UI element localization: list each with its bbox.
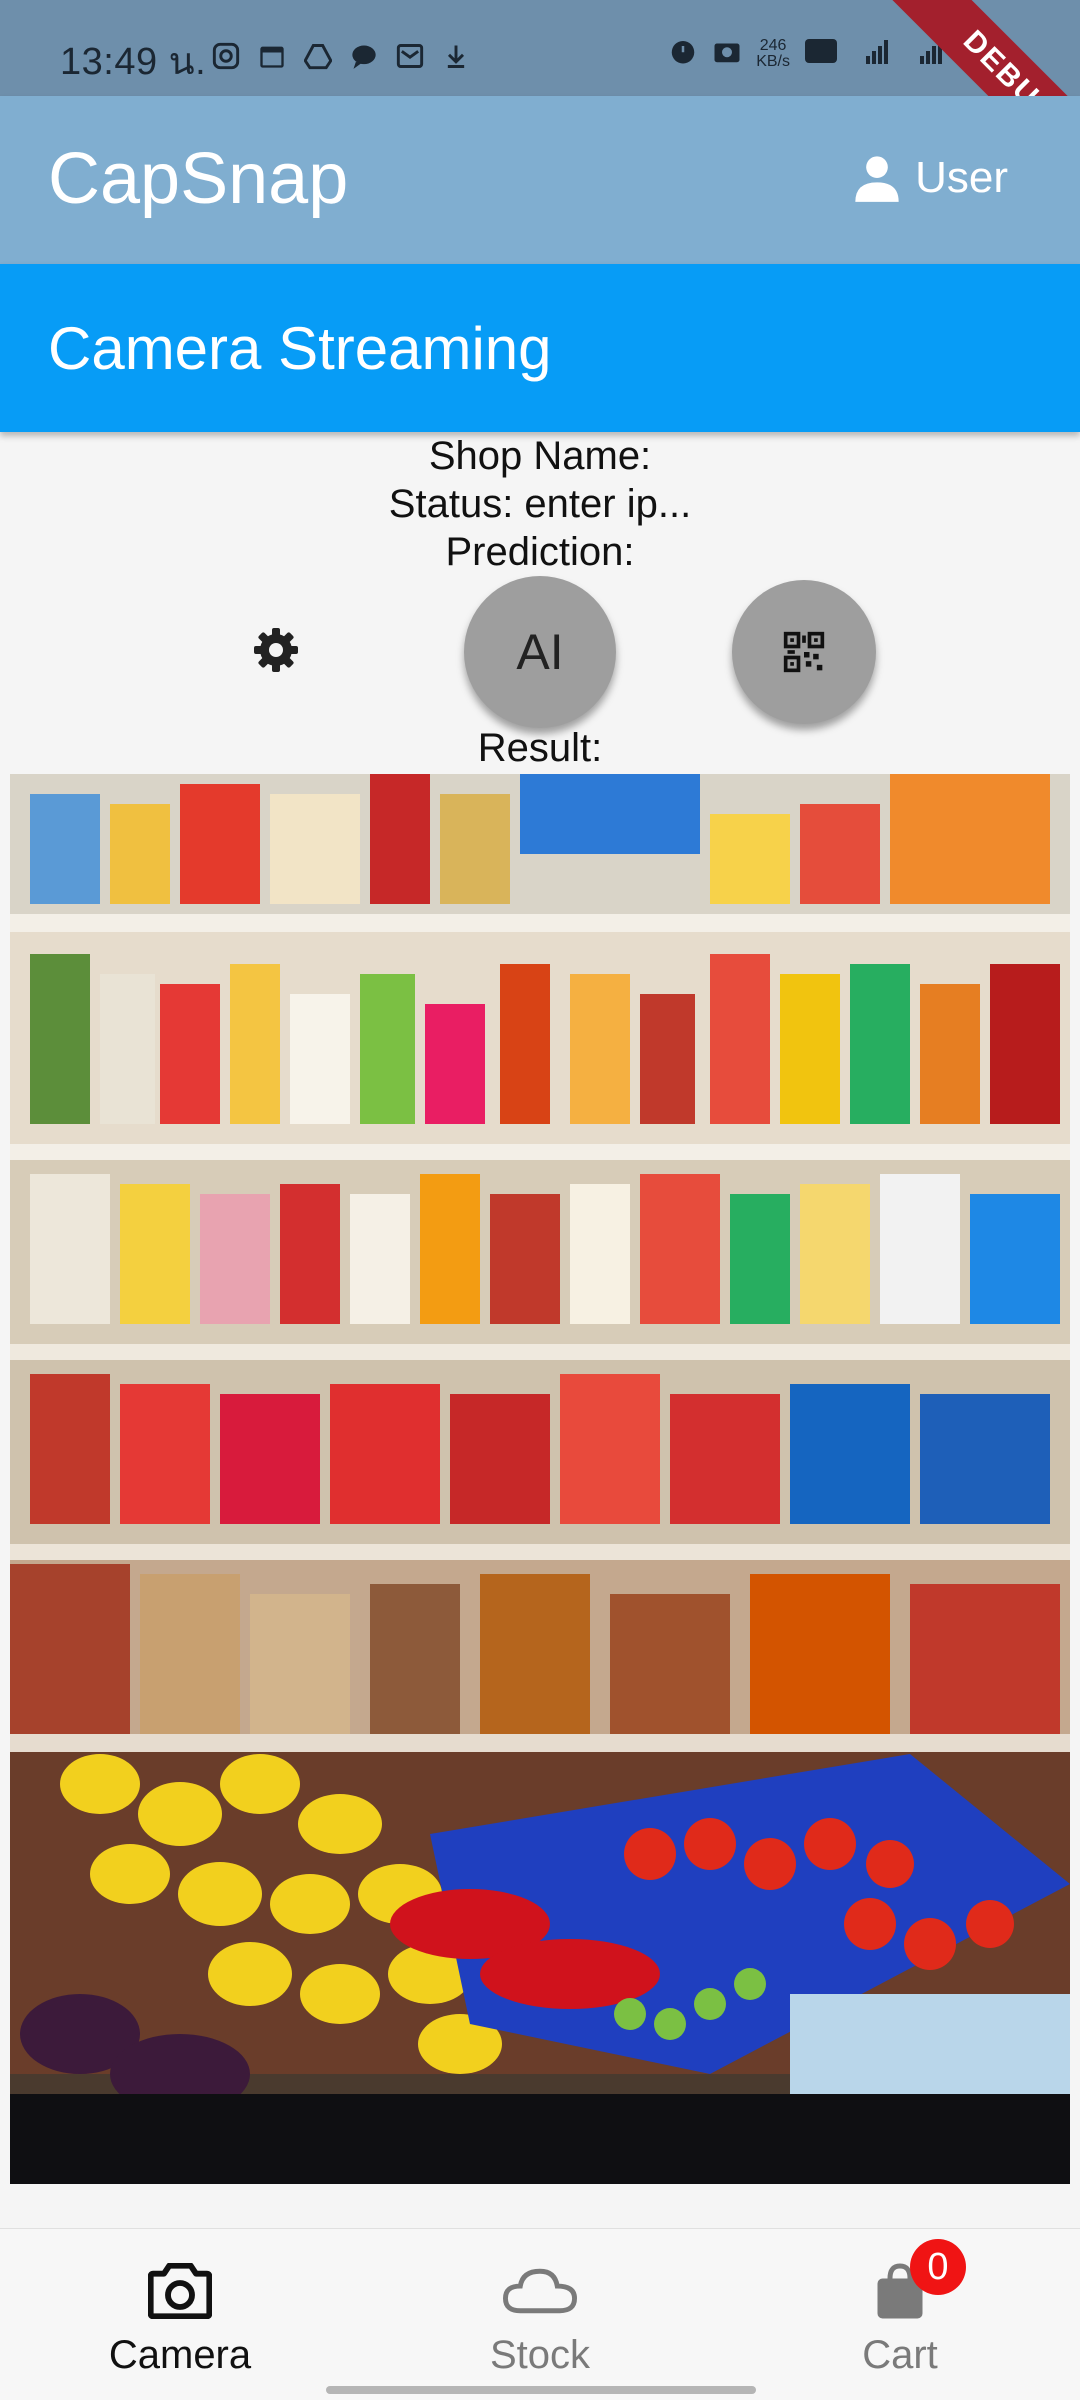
- network-speed: 246 KB/s: [756, 38, 790, 70]
- nav-camera[interactable]: Camera: [70, 2259, 290, 2378]
- chat-icon: [348, 40, 380, 72]
- prediction-text: Prediction:: [445, 530, 635, 574]
- network-speed-value: 246: [759, 37, 787, 54]
- app-title: CapSnap: [48, 139, 349, 219]
- drive-icon: [302, 40, 334, 72]
- status-time: 13:49 น.: [60, 41, 207, 83]
- mail-icon: [394, 40, 426, 72]
- user-label: User: [915, 153, 1008, 202]
- nav-stock-label: Stock: [489, 2333, 591, 2377]
- person-icon: [851, 152, 903, 204]
- hd-icon: [804, 38, 838, 70]
- nav-cart[interactable]: 0 Cart: [790, 2239, 1010, 2378]
- notification-icons: [210, 40, 472, 72]
- camera-icon: [148, 2263, 212, 2319]
- ai-label: AI: [516, 624, 564, 680]
- calendar-icon: [256, 40, 288, 72]
- cloud-icon: [503, 2268, 577, 2314]
- instagram-icon: [210, 40, 242, 72]
- shop-name-text: Shop Name:: [428, 434, 652, 478]
- nav-stock[interactable]: Stock: [430, 2259, 650, 2378]
- alarm-icon: [668, 36, 698, 72]
- stream-info: Shop Name: Status: enter ip... Predictio…: [0, 432, 1080, 576]
- section-title: Camera Streaming: [48, 315, 552, 382]
- settings-button[interactable]: [248, 622, 304, 678]
- controls-row: AI: [0, 576, 1080, 728]
- app-bar: CapSnap User: [0, 96, 1080, 264]
- home-indicator[interactable]: [326, 2386, 756, 2394]
- qr-code-icon: [783, 631, 825, 673]
- gear-icon: [254, 628, 298, 672]
- download-icon: [440, 40, 472, 72]
- user-button[interactable]: User: [851, 152, 1008, 204]
- section-header: Camera Streaming: [0, 264, 1080, 432]
- nav-cart-label: Cart: [862, 2333, 938, 2377]
- nav-camera-label: Camera: [108, 2333, 252, 2377]
- camera-stream-image: [10, 774, 1070, 2184]
- result-text: Result:: [477, 726, 603, 770]
- status-text: Status: enter ip...: [388, 482, 692, 526]
- ai-button[interactable]: AI: [464, 576, 616, 728]
- network-speed-unit: KB/s: [756, 53, 790, 70]
- bottom-navigation: Camera Stock 0 Cart: [0, 2228, 1080, 2400]
- qr-scan-button[interactable]: [732, 580, 876, 724]
- camera-status-icon: [712, 36, 742, 72]
- cart-count-badge: 0: [910, 2239, 966, 2295]
